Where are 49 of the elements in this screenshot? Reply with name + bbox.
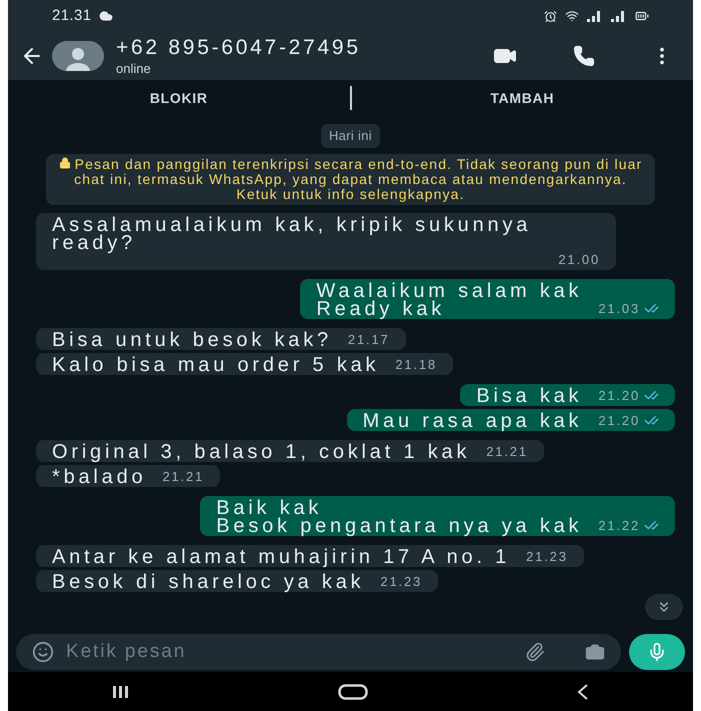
scroll-down-button[interactable] <box>645 594 683 620</box>
attachment-icon[interactable] <box>525 642 545 662</box>
signal-icon <box>611 10 627 22</box>
message-text: Mau rasa apa kak <box>362 412 582 430</box>
encryption-notice[interactable]: Pesan dan panggilan terenkripsi secara end-to-end. Tidak seorang pun di luar chat ini, termasuk WhatsApp, yang dapat membaca atau mendengarkannya. Ketuk untuk info selengkapnya. <box>46 154 655 204</box>
message-time: 21.18 <box>395 356 437 374</box>
message-time: 21.20 <box>598 412 640 430</box>
home-icon[interactable] <box>338 684 368 700</box>
phone-icon[interactable] <box>573 45 595 67</box>
message-text: *balado <box>52 468 146 486</box>
status-time: 21.31 <box>52 6 92 26</box>
message-text: Antar ke alamat muhajirin 17 A no. 1 <box>52 548 510 566</box>
message-time: 21.23 <box>526 548 568 566</box>
message-text: Waalaikum salam kak Ready kak <box>316 282 582 318</box>
battery-icon <box>635 9 649 23</box>
message-input[interactable]: Ketik pesan <box>66 638 525 666</box>
back-nav-icon[interactable] <box>576 682 588 700</box>
message-time: 21.00 <box>558 250 600 268</box>
microphone-button[interactable] <box>629 634 685 670</box>
wifi-icon <box>565 9 579 23</box>
contact-action-button[interactable]: TAMBAH <box>352 88 693 108</box>
contact-status: online <box>116 61 152 78</box>
message-time: 21.22 <box>598 516 640 534</box>
date-chip: Hari ini <box>320 124 380 148</box>
contact-action-button[interactable]: BLOKIR <box>8 88 350 108</box>
message-text: Kalo bisa mau order 5 kak <box>52 356 380 374</box>
camera-icon[interactable] <box>585 642 605 662</box>
message-time: 21.03 <box>598 300 640 318</box>
alarm-icon <box>544 10 557 22</box>
signal-icon <box>587 10 603 22</box>
message-time: 21.20 <box>598 386 640 404</box>
recent-apps-icon[interactable] <box>112 686 128 698</box>
message-input-field[interactable]: Ketik pesan <box>16 634 621 670</box>
message-time: 21.21 <box>486 442 528 460</box>
message-time: 21.23 <box>380 572 422 590</box>
cloud-icon <box>99 9 114 23</box>
message-text: Bisa kak <box>476 387 582 405</box>
message-time: 21.21 <box>162 468 204 486</box>
encryption-text: Pesan dan panggilan terenkripsi secara end-to-end. Tidak seorang pun di luar chat ini, termasuk WhatsApp, yang dapat membaca atau mendengarkannya. Ketuk untuk info selengkapnya. <box>74 156 642 202</box>
lock-icon <box>58 156 71 168</box>
message-text: Original 3, balaso 1, coklat 1 kak <box>52 443 470 461</box>
message-text: Besok di shareloc ya kak <box>52 573 364 591</box>
contact-name: +62 895-6047-27495 <box>116 34 361 61</box>
message-text: Bisa untuk besok kak? <box>52 331 332 349</box>
emoji-icon[interactable] <box>32 641 54 663</box>
message-time: 21.17 <box>348 330 390 348</box>
avatar-icon[interactable] <box>52 41 104 71</box>
message-text: Assalamualaikum kak, kripik sukunnya ready? <box>52 216 532 252</box>
message-text: Baik kak Besok pengantara nya ya kak <box>216 499 582 535</box>
